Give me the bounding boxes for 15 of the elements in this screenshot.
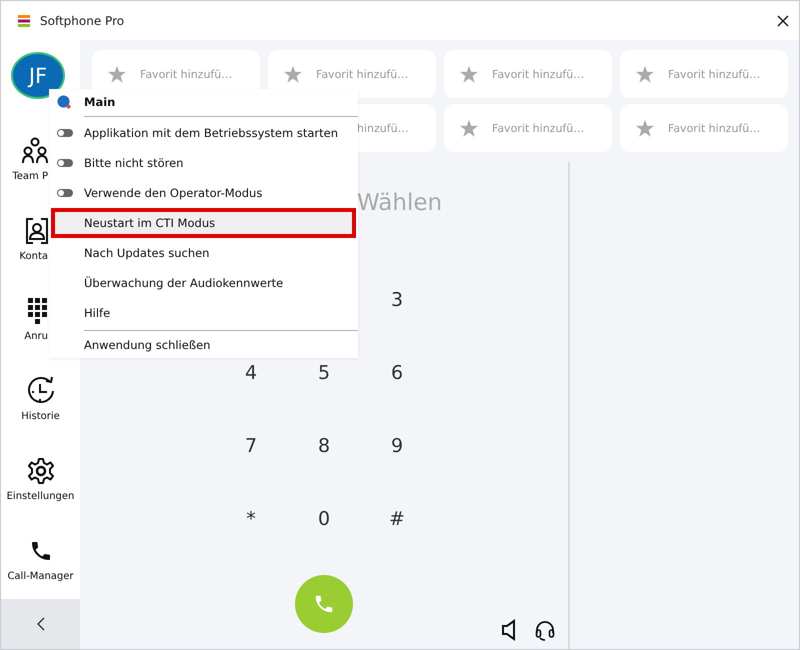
dial-hint: Wählen (357, 190, 442, 216)
favorite-label: Favorit hinzufü… (668, 122, 760, 134)
sidebar-label: Konta (19, 251, 48, 262)
favorite-label: Favorit hinzufü… (668, 68, 760, 80)
favorite-label: Favorit hinzufü… (492, 122, 584, 134)
favorite-label: Favorit hinzufü… (492, 68, 584, 80)
favorite-label: Favorit hinzufü… (140, 68, 232, 80)
sidebar-label: Anru (24, 331, 48, 342)
sidebar-label: Call-Manager (7, 571, 74, 582)
sidebar-label: Team P (12, 171, 48, 182)
window-title: Softphone Pro (40, 14, 126, 28)
sidebar-label: Historie (21, 411, 60, 422)
favorite-label: Favorit hinzufü… (316, 68, 408, 80)
favorite-label: hinzufü… (357, 122, 409, 134)
sidebar-label: Einstellungen (6, 491, 74, 502)
